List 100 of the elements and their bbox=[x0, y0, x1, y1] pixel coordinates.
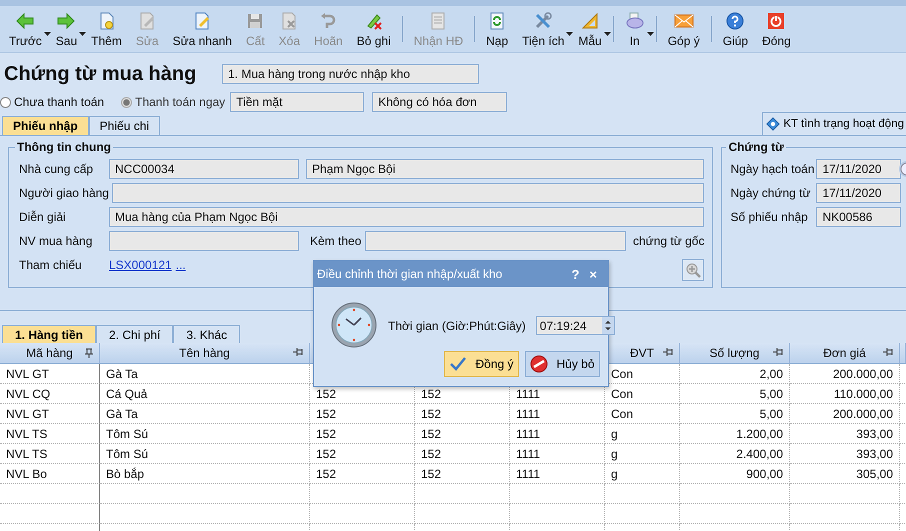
pin-icon[interactable] bbox=[773, 348, 783, 356]
invoice-status-field[interactable]: Không có hóa đơn bbox=[372, 92, 508, 112]
envelope-icon bbox=[674, 12, 694, 28]
payment-method-field[interactable]: Tiền mặt bbox=[230, 92, 364, 112]
new-document-icon bbox=[98, 12, 116, 30]
toolbar-button[interactable]: In bbox=[618, 6, 652, 52]
column-header[interactable]: Tên hàng bbox=[179, 346, 230, 360]
refresh-icon bbox=[488, 12, 506, 30]
tab[interactable]: Phiếu nhập bbox=[2, 116, 89, 135]
toolbar-button[interactable]: Đóng bbox=[755, 6, 798, 52]
column-header[interactable]: ĐVT bbox=[630, 346, 654, 360]
toolbar-button[interactable]: Sửa nhanh bbox=[166, 6, 239, 52]
table-cell: 5,00 bbox=[760, 407, 783, 421]
table-cell: 152 bbox=[316, 387, 336, 401]
field-label: Diễn giải bbox=[19, 210, 67, 224]
voucher-field[interactable]: NK00586 bbox=[816, 206, 902, 226]
pin-icon[interactable] bbox=[663, 348, 673, 356]
field-label: Số phiếu nhập bbox=[730, 210, 809, 224]
attached-field[interactable] bbox=[365, 230, 626, 250]
table-cell: 1111 bbox=[516, 387, 540, 401]
table-cell: 2.400,00 bbox=[736, 447, 783, 461]
toolbar-button[interactable]: Tiện ích bbox=[515, 6, 572, 52]
right-arrow-icon bbox=[56, 12, 76, 30]
table-cell: 152 bbox=[316, 427, 336, 441]
cancel-button[interactable]: Hủy bỏ bbox=[525, 351, 600, 377]
supplier-code-field[interactable]: NCC00034 bbox=[109, 158, 299, 178]
edit-document-icon bbox=[138, 12, 156, 30]
table-cell: g bbox=[611, 427, 618, 441]
toolbar-button[interactable]: Sau bbox=[48, 6, 84, 52]
voucher-field[interactable]: 17/11/2020 bbox=[816, 182, 902, 202]
toolbar-button[interactable]: Nạp bbox=[479, 6, 516, 52]
ok-button[interactable]: Đồng ý bbox=[444, 351, 519, 377]
voucher-field[interactable]: 17/11/2020 bbox=[816, 158, 902, 178]
reference-link[interactable]: LSX000121 bbox=[109, 258, 172, 272]
undo-icon bbox=[319, 12, 338, 30]
spinner-icon[interactable] bbox=[602, 317, 614, 334]
table-cell: 1111 bbox=[516, 407, 540, 421]
tab[interactable]: 3. Khác bbox=[173, 325, 240, 343]
table-cell: Con bbox=[611, 367, 634, 381]
toolbar-button[interactable]: Bỏ ghi bbox=[350, 6, 398, 52]
table-cell: 152 bbox=[421, 407, 442, 421]
table-cell: 152 bbox=[316, 447, 336, 461]
radio-button[interactable]: Chưa thanh toán bbox=[0, 95, 104, 109]
checkmark-icon bbox=[449, 356, 468, 372]
tab[interactable]: 2. Chi phí bbox=[96, 325, 174, 343]
table-cell: 110.000,00 bbox=[834, 387, 893, 401]
table-cell: NVL GT bbox=[6, 407, 49, 421]
table-cell: Tôm Sú bbox=[106, 427, 148, 441]
toolbar-button[interactable]: Góp ý bbox=[660, 6, 707, 52]
buyer-field[interactable] bbox=[109, 230, 299, 250]
status-check-button[interactable]: KT tình trạng hoạt động bbox=[762, 112, 906, 135]
field-label: Nhà cung cấp bbox=[19, 162, 94, 176]
group-title: Thông tin chung bbox=[16, 140, 112, 154]
table-cell: Bò bắp bbox=[106, 467, 144, 481]
tools-icon bbox=[534, 12, 552, 30]
table-cell: g bbox=[611, 447, 618, 461]
table-cell: 152 bbox=[316, 467, 336, 481]
supplier-name-field[interactable]: Phạm Ngọc Bội bbox=[306, 158, 704, 178]
toolbar-button[interactable]: Trước bbox=[2, 6, 49, 52]
description-field[interactable]: Mua hàng của Phạm Ngọc Bội bbox=[109, 206, 704, 226]
time-field[interactable]: 07:19:24 bbox=[536, 316, 615, 335]
deliverer-field[interactable] bbox=[112, 182, 704, 202]
pin-icon[interactable] bbox=[883, 348, 893, 356]
column-header[interactable]: Mã hàng bbox=[26, 346, 73, 360]
table-cell: 393,00 bbox=[856, 447, 893, 461]
table-cell: 1111 bbox=[516, 427, 540, 441]
voucher-type-field[interactable]: 1. Mua hàng trong nước nhập kho bbox=[222, 64, 479, 84]
tab[interactable]: Phiếu chi bbox=[88, 116, 160, 135]
tab[interactable]: 1. Hàng tiền bbox=[2, 325, 96, 343]
column-header[interactable]: Đơn giá bbox=[823, 346, 866, 360]
column-header[interactable]: Số lượng bbox=[710, 346, 760, 360]
document-title: Chứng từ mua hàng bbox=[4, 62, 198, 86]
toolbar-button[interactable]: Giúp bbox=[716, 6, 756, 52]
table-cell: 152 bbox=[421, 427, 442, 441]
pin-icon[interactable] bbox=[293, 348, 303, 356]
table-cell: NVL TS bbox=[6, 447, 48, 461]
toolbar-button[interactable]: Mẫu bbox=[571, 6, 609, 52]
table-cell: NVL TS bbox=[6, 427, 48, 441]
table-cell: 2,00 bbox=[760, 367, 783, 381]
printer-icon bbox=[624, 12, 645, 30]
time-label: Thời gian (Giờ:Phút:Giây) bbox=[388, 318, 526, 332]
edit-document-icon bbox=[193, 12, 212, 30]
table-cell: 900,00 bbox=[746, 467, 783, 481]
table-cell: 1111 bbox=[516, 447, 540, 461]
table-cell: NVL GT bbox=[6, 367, 49, 381]
more-link[interactable]: ... bbox=[176, 258, 186, 272]
table-cell: Gà Ta bbox=[106, 407, 138, 421]
table-cell: Cá Quả bbox=[106, 387, 148, 401]
table-cell: Con bbox=[611, 387, 634, 401]
field-label: Ngày chứng từ bbox=[730, 186, 812, 200]
table-cell: 1.200,00 bbox=[736, 427, 783, 441]
pin-icon[interactable] bbox=[85, 348, 93, 358]
table-cell: g bbox=[611, 467, 618, 481]
left-arrow-icon bbox=[15, 12, 36, 30]
table-cell: Tôm Sú bbox=[106, 447, 148, 461]
field-label: Kèm theo bbox=[310, 234, 362, 248]
table-cell: 152 bbox=[421, 447, 442, 461]
table-cell: NVL Bo bbox=[6, 467, 47, 481]
toolbar-button[interactable]: Thêm bbox=[84, 6, 129, 52]
field-label: NV mua hàng bbox=[19, 234, 94, 248]
